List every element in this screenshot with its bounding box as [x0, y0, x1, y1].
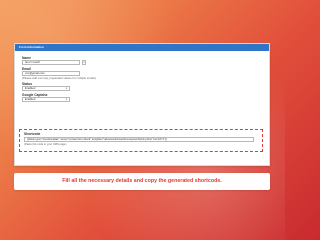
form-information-panel: Form Information Name Get in touch ≡ Ema…	[14, 43, 270, 166]
chevron-down-icon: ▾	[65, 98, 67, 101]
status-select-value: Enabled	[25, 86, 36, 90]
shortcode-field[interactable]: {{block type="core/template" name="conta…	[24, 137, 254, 142]
email-note: (Please add comma(,) separated values fo…	[22, 76, 96, 80]
chevron-down-icon: ▾	[65, 87, 67, 90]
status-select[interactable]: Enabled ▾	[22, 86, 70, 91]
name-input-end-icon: ≡	[82, 60, 86, 65]
email-input[interactable]: xxx@gmail.com	[22, 71, 80, 76]
panel-body: Name Get in touch ≡ Email xxx@gmail.com …	[15, 51, 269, 102]
shortcode-highlight-box: Shortcode {{block type="core/template" n…	[19, 129, 263, 152]
google-captcha-select[interactable]: Enabled ▾	[22, 97, 70, 102]
name-input[interactable]: Get in touch	[22, 60, 80, 65]
google-captcha-select-value: Enabled	[25, 97, 36, 101]
shortcode-note: (Paste this code in your CMS page)	[24, 143, 67, 146]
instruction-banner: Fill all the necessary details and copy …	[14, 173, 270, 190]
panel-header: Form Information	[15, 44, 269, 51]
shortcode-label: Shortcode	[24, 132, 41, 136]
